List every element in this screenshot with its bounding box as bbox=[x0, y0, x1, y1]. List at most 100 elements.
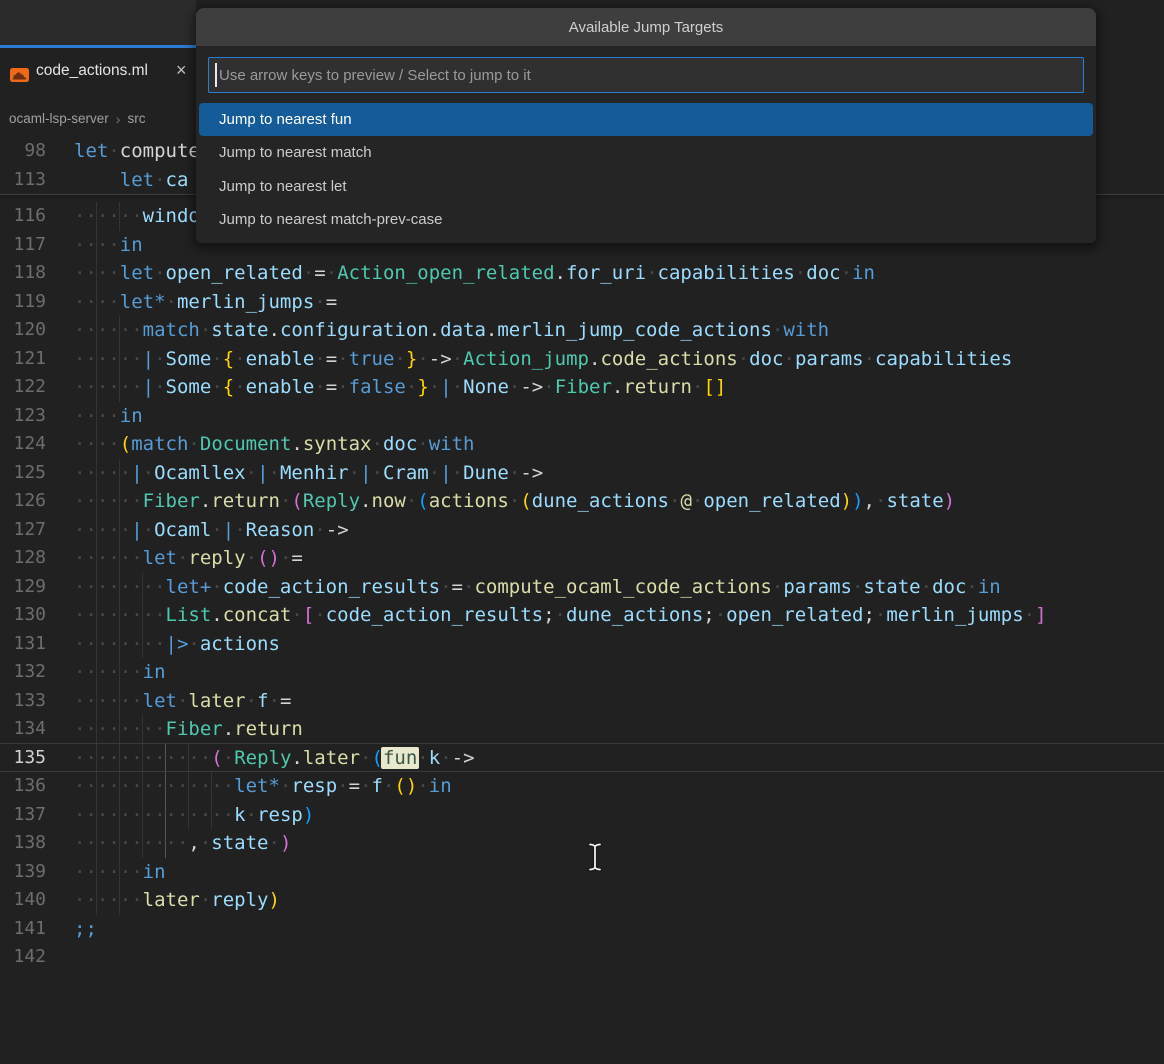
code-text: ;; bbox=[74, 915, 97, 944]
code-line[interactable]: 142 bbox=[0, 943, 1164, 972]
code-text: ········Fiber.return bbox=[74, 715, 303, 744]
code-line[interactable]: 130 ········List.concat·[·code_action_res… bbox=[0, 601, 1164, 630]
code-line[interactable]: 120 ······match·state.configuration.data.… bbox=[0, 316, 1164, 345]
code-text: ····let·open_related·=·Action_open_relat… bbox=[74, 259, 875, 288]
code-line[interactable]: 127·····|·Ocaml·|·Reason·-> bbox=[0, 516, 1164, 545]
code-text: ······|·Some·{·enable·=·false·}·|·None·-… bbox=[74, 373, 726, 402]
line-number[interactable]: 129 bbox=[0, 573, 46, 602]
code-text: ·····|·Ocamllex·|·Menhir·|·Cram·|·Dune·-… bbox=[74, 459, 543, 488]
line-number[interactable]: 124 bbox=[0, 430, 46, 459]
code-line[interactable]: 136 ··············let*·resp·=·f·()·in bbox=[0, 772, 1164, 801]
text-caret bbox=[215, 63, 217, 87]
quickpick-list: Jump to nearest funJump to nearest match… bbox=[196, 103, 1096, 237]
code-text: ······in bbox=[74, 658, 166, 687]
tab-code-actions[interactable]: code_actions.ml × bbox=[0, 45, 196, 100]
jump-target-highlight: fun bbox=[381, 747, 419, 769]
vscode-window: code_actions.ml × ocaml-lsp-server › src… bbox=[0, 0, 1164, 1064]
code-text: ······later·reply) bbox=[74, 886, 280, 915]
breadcrumb-segment-folder[interactable]: src bbox=[127, 111, 145, 126]
code-line[interactable]: 141;; bbox=[0, 915, 1164, 944]
code-line[interactable]: 138 ··········,·state·) bbox=[0, 829, 1164, 858]
line-number[interactable]: 130 bbox=[0, 601, 46, 630]
quickpick-input-wrap bbox=[208, 57, 1084, 93]
line-number[interactable]: 98 bbox=[0, 137, 46, 166]
line-number[interactable]: 123 bbox=[0, 402, 46, 431]
code-text: ······let·later·f·= bbox=[74, 687, 291, 716]
code-text: ······Fiber.return·(Reply.now·(actions·(… bbox=[74, 487, 955, 516]
line-number[interactable]: 122 bbox=[0, 373, 46, 402]
quickpick-item[interactable]: Jump to nearest match bbox=[199, 136, 1093, 169]
line-number[interactable]: 133 bbox=[0, 687, 46, 716]
line-number[interactable]: 132 bbox=[0, 658, 46, 687]
line-number[interactable]: 125 bbox=[0, 459, 46, 488]
code-line[interactable]: 137 ··············k·resp) bbox=[0, 801, 1164, 830]
code-line[interactable]: 129 ········let+·code_action_results·=·co… bbox=[0, 573, 1164, 602]
code-line[interactable]: 131 ········|>·actions bbox=[0, 630, 1164, 659]
code-text: let·ca bbox=[74, 166, 188, 195]
code-text: ··············k·resp) bbox=[74, 801, 314, 830]
code-line[interactable]: 124····(match·Document.syntax·doc·with bbox=[0, 430, 1164, 459]
line-number[interactable]: 121 bbox=[0, 345, 46, 374]
line-number[interactable]: 120 bbox=[0, 316, 46, 345]
quickpick-panel: Available Jump Targets Jump to nearest f… bbox=[196, 8, 1096, 243]
code-text: ····in bbox=[74, 402, 143, 431]
code-text: ········|>·actions bbox=[74, 630, 280, 659]
line-number[interactable]: 117 bbox=[0, 231, 46, 260]
quickpick-item[interactable]: Jump to nearest fun bbox=[199, 103, 1093, 136]
code-text: ······|·Some·{·enable·=·true·}·->·Action… bbox=[74, 345, 1012, 374]
line-number[interactable]: 118 bbox=[0, 259, 46, 288]
line-number[interactable]: 119 bbox=[0, 288, 46, 317]
code-line[interactable]: 135 ············(·Reply.later·(fun·k·-> bbox=[0, 744, 1164, 773]
editor-code-area[interactable]: 116 ······window 117 ····in 118 ····let·open_… bbox=[0, 194, 1164, 972]
line-number[interactable]: 136 bbox=[0, 772, 46, 801]
quickpick-input[interactable] bbox=[208, 57, 1084, 93]
line-number[interactable]: 128 bbox=[0, 544, 46, 573]
code-text: ······window bbox=[74, 202, 211, 231]
code-line[interactable]: 118 ····let·open_related·=·Action_open_re… bbox=[0, 259, 1164, 288]
line-number[interactable]: 137 bbox=[0, 801, 46, 830]
line-number[interactable]: 140 bbox=[0, 886, 46, 915]
code-text: ······let·reply·()·= bbox=[74, 544, 303, 573]
line-number[interactable]: 141 bbox=[0, 915, 46, 944]
code-text: ········let+·code_action_results·=·compu… bbox=[74, 573, 1001, 602]
code-line[interactable]: 119 ····let*·merlin_jumps·= bbox=[0, 288, 1164, 317]
code-line[interactable]: 128 ······let·reply·()·= bbox=[0, 544, 1164, 573]
breadcrumb-separator-icon: › bbox=[116, 111, 121, 127]
quickpick-item[interactable]: Jump to nearest let bbox=[199, 170, 1093, 203]
line-number[interactable]: 139 bbox=[0, 858, 46, 887]
ocaml-file-icon bbox=[10, 68, 29, 87]
code-text: ······match·state.configuration.data.mer… bbox=[74, 316, 829, 345]
quickpick-title: Available Jump Targets bbox=[196, 8, 1096, 46]
code-text: ······in bbox=[74, 858, 166, 887]
code-line[interactable]: 126 ······Fiber.return·(Reply.now·(action… bbox=[0, 487, 1164, 516]
line-number[interactable]: 126 bbox=[0, 487, 46, 516]
breadcrumb-segment-project[interactable]: ocaml-lsp-server bbox=[9, 111, 109, 126]
line-number[interactable]: 142 bbox=[0, 943, 46, 972]
code-line[interactable]: 133 ······let·later·f·= bbox=[0, 687, 1164, 716]
code-text: ············(·Reply.later·(fun·k·-> bbox=[74, 744, 475, 773]
line-number[interactable]: 113 bbox=[0, 166, 46, 195]
code-line[interactable]: 123 ····in bbox=[0, 402, 1164, 431]
line-number[interactable]: 131 bbox=[0, 630, 46, 659]
line-number[interactable]: 127 bbox=[0, 516, 46, 545]
code-line[interactable]: 139 ······in bbox=[0, 858, 1164, 887]
line-number[interactable]: 138 bbox=[0, 829, 46, 858]
code-text: ········List.concat·[·code_action_result… bbox=[74, 601, 1047, 630]
code-text: let·compute bbox=[74, 137, 200, 166]
code-text: ··············let*·resp·=·f·()·in bbox=[74, 772, 452, 801]
quickpick-item[interactable]: Jump to nearest match-prev-case bbox=[199, 203, 1093, 236]
line-number[interactable]: 116 bbox=[0, 202, 46, 231]
code-line[interactable]: 122 ······|·Some·{·enable·=·false·}·|·Non… bbox=[0, 373, 1164, 402]
code-text: ··········,·state·) bbox=[74, 829, 291, 858]
code-line[interactable]: 140 ······later·reply) bbox=[0, 886, 1164, 915]
code-text: ····let*·merlin_jumps·= bbox=[74, 288, 337, 317]
code-line[interactable]: 125 ·····|·Ocamllex·|·Menhir·|·Cram·|·Dun… bbox=[0, 459, 1164, 488]
tab-close-icon[interactable]: × bbox=[176, 60, 187, 80]
line-number[interactable]: 135 bbox=[0, 744, 46, 773]
tab-filename[interactable]: code_actions.ml bbox=[36, 62, 148, 80]
code-line[interactable]: 134 ········Fiber.return bbox=[0, 715, 1164, 744]
code-line[interactable]: 121 ······|·Some·{·enable·=·true·}·->·Act… bbox=[0, 345, 1164, 374]
line-number[interactable]: 134 bbox=[0, 715, 46, 744]
code-line[interactable]: 132 ······in bbox=[0, 658, 1164, 687]
code-text: ····in bbox=[74, 231, 143, 260]
